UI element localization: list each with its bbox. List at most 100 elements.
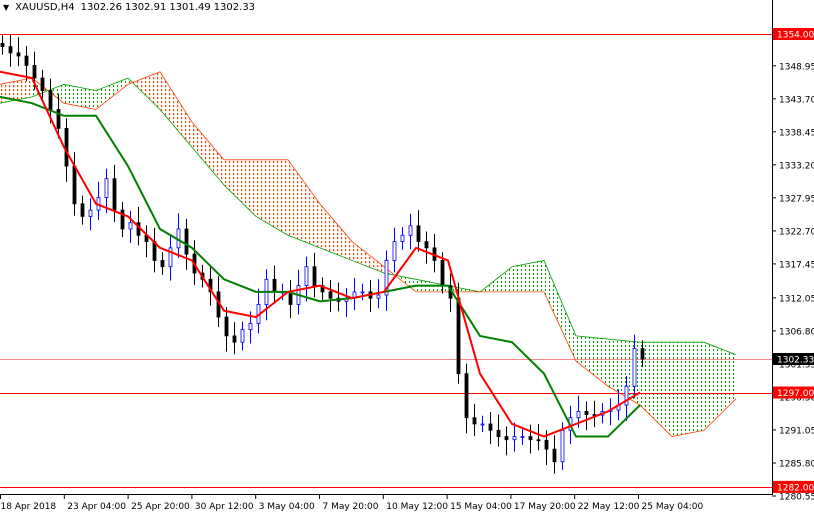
candle [464, 363, 469, 434]
candle-body [184, 228, 189, 255]
candle [472, 403, 477, 436]
candle [240, 321, 245, 351]
candle-body [640, 348, 645, 360]
candle [520, 428, 525, 445]
candle-body [40, 77, 45, 92]
candle-body [16, 52, 21, 57]
candle [384, 250, 389, 311]
candle [504, 426, 509, 456]
candle-body [160, 260, 165, 268]
candle [344, 288, 349, 318]
candle [496, 414, 501, 447]
time-tick-label: 15 May 04:00 [450, 502, 512, 512]
ichimoku-cloud [0, 71, 737, 437]
candle [152, 227, 157, 273]
candle-body [128, 222, 133, 230]
candle-body [376, 294, 381, 299]
cloud-segment [192, 122, 224, 185]
level-price-label: 1282.00 [777, 483, 814, 493]
candle [416, 210, 421, 252]
candle [296, 269, 301, 315]
candle [232, 322, 237, 355]
candle [480, 415, 485, 433]
candle [352, 278, 357, 311]
price-tick-label: 1285.80 [779, 459, 814, 469]
candle [408, 213, 413, 250]
candle-body [80, 203, 85, 217]
cloud-segment [320, 203, 352, 261]
candle [512, 422, 517, 452]
time-tick-label: 10 May 12:00 [386, 502, 448, 512]
candle-body [64, 127, 69, 167]
current-price-label: 1302.33 [777, 356, 814, 366]
candle [368, 279, 373, 313]
time-tick-label: 25 Apr 20:00 [131, 502, 190, 512]
candle [176, 213, 181, 258]
candle-body [304, 266, 309, 287]
time-axis[interactable]: 18 Apr 2018 23 Apr 04:00 25 Apr 20:00 30 Ap… [0, 494, 704, 512]
cloud-segment [160, 71, 192, 148]
candle-body [312, 266, 317, 287]
candle-body [536, 439, 541, 442]
candle-body [224, 316, 229, 337]
price-axis[interactable]: 1348.95 1343.70 1338.45 1333.20 1327.95 1322.… [772, 62, 814, 503]
tenkan-sen-line [0, 70, 641, 438]
price-tick-label: 1348.95 [779, 62, 814, 72]
candle [16, 37, 21, 67]
price-tick-label: 1280.55 [779, 493, 814, 503]
candle-body [576, 410, 581, 419]
price-chart[interactable]: 1348.95 1343.70 1338.45 1333.20 1327.95 1322.… [0, 0, 814, 514]
time-tick-label: 22 May 12:00 [578, 502, 640, 512]
price-tick-label: 1333.20 [779, 161, 814, 171]
time-tick-label: 30 Apr 12:00 [195, 502, 254, 512]
time-tick-label: 18 Apr 2018 [1, 502, 57, 512]
candle-body [504, 436, 509, 441]
candle [224, 306, 229, 352]
candle [72, 152, 77, 216]
candle-body [392, 241, 397, 261]
candle-body [0, 43, 5, 47]
cloud-segment [352, 241, 384, 274]
candle [160, 252, 165, 275]
candle-body [624, 385, 629, 406]
dropdown-triangle-icon[interactable]: ▼ [3, 3, 9, 12]
candle [608, 398, 613, 426]
cloud-segment [704, 342, 736, 431]
candle-body [48, 90, 53, 110]
candle [360, 283, 365, 301]
time-tick-label: 7 May 20:00 [323, 502, 379, 512]
candle-body [8, 46, 13, 54]
candle-body [360, 291, 365, 294]
candle-body [248, 322, 253, 331]
candle [312, 252, 317, 298]
candle-body [104, 178, 109, 198]
time-tick-label: 25 May 04:00 [642, 502, 704, 512]
candle-body [232, 335, 237, 343]
time-tick-label: 17 May 20:00 [514, 502, 576, 512]
candle [256, 288, 261, 334]
candle [272, 265, 277, 304]
candle-body [24, 55, 29, 66]
level-price-label: 1354.00 [777, 31, 814, 41]
candle [424, 231, 429, 264]
candle-body [584, 410, 589, 415]
candle [168, 235, 173, 281]
candle-body [472, 417, 477, 425]
candle [584, 401, 589, 431]
candle-body [632, 348, 637, 387]
price-tick-label: 1322.70 [779, 227, 814, 237]
cloud-segment [640, 342, 672, 437]
time-tick-label: 3 May 04:00 [259, 502, 315, 512]
candle-body [512, 436, 517, 441]
ohlc-low: 1301.49 [169, 2, 211, 13]
price-tick-label: 1312.05 [779, 294, 814, 304]
candle [336, 282, 341, 312]
candle [120, 201, 125, 238]
price-tick-label: 1327.95 [779, 194, 814, 204]
price-tick-label: 1343.70 [779, 95, 814, 105]
cloud-segment [576, 335, 608, 387]
candle [320, 277, 325, 301]
candle [80, 195, 85, 225]
cloud-segment [224, 159, 256, 217]
candle [288, 279, 293, 319]
